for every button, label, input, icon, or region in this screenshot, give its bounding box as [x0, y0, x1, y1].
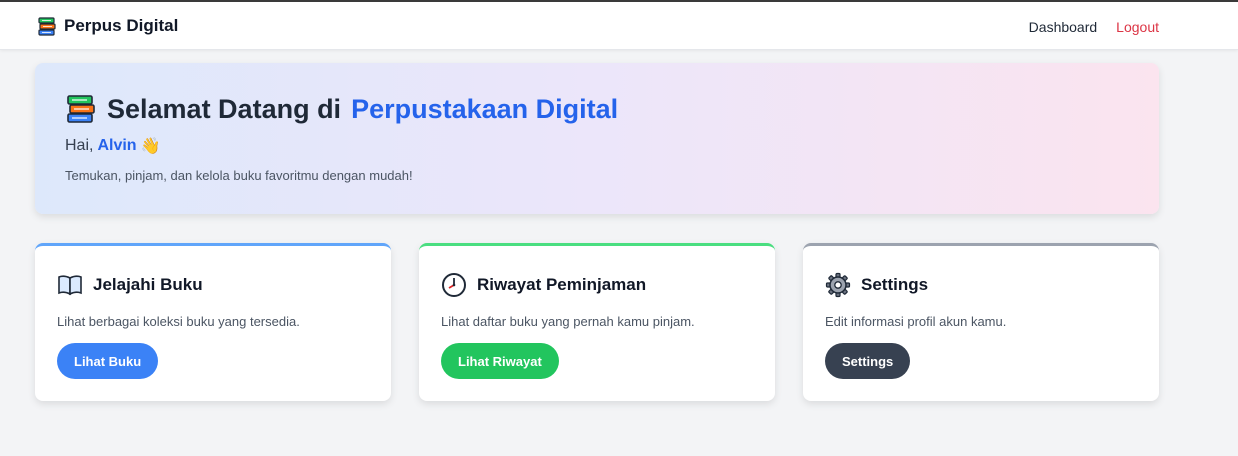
brand[interactable]: Perpus Digital: [37, 16, 178, 36]
books-icon: [38, 17, 56, 36]
nav-links: Dashboard Logout: [1029, 19, 1159, 35]
welcome-banner: Selamat Datang di Perpustakaan Digital H…: [35, 63, 1159, 214]
nav-dashboard-link[interactable]: Dashboard: [1029, 19, 1098, 35]
card-borrow-history: Riwayat Peminjaman Lihat daftar buku yan…: [419, 243, 775, 401]
card-title: Riwayat Peminjaman: [477, 275, 647, 294]
card-settings: Settings Edit informasi profil akun kamu…: [803, 243, 1159, 401]
card-title: Jelajahi Buku: [93, 275, 203, 294]
greeting: Hai, Alvin 👋: [65, 136, 161, 156]
card-description: Edit informasi profil akun kamu.: [825, 314, 1007, 329]
brand-name: Perpus Digital: [64, 16, 179, 35]
card-title: Settings: [861, 275, 929, 294]
open-book-icon: [58, 275, 82, 296]
clock-icon: [442, 273, 466, 297]
welcome-description: Temukan, pinjam, dan kelola buku favorit…: [65, 168, 413, 183]
card-description: Lihat berbagai koleksi buku yang tersedi…: [57, 314, 300, 329]
card-header: Jelajahi Buku: [57, 272, 203, 298]
settings-button[interactable]: Settings: [825, 343, 911, 379]
view-history-button[interactable]: Lihat Riwayat: [441, 343, 559, 379]
card-browse-books: Jelajahi Buku Lihat berbagai koleksi buk…: [35, 243, 391, 401]
user-name: Alvin: [97, 137, 137, 154]
card-header: Settings: [825, 272, 928, 298]
wave-icon: 👋: [140, 138, 161, 155]
card-header: Riwayat Peminjaman: [441, 272, 646, 298]
welcome-title-prefix: Selamat Datang di: [107, 93, 342, 124]
gear-icon: [825, 272, 851, 298]
greeting-prefix: Hai,: [65, 137, 94, 154]
welcome-title: Selamat Datang di Perpustakaan Digital: [65, 93, 618, 125]
card-description: Lihat daftar buku yang pernah kamu pinja…: [441, 314, 695, 329]
nav-logout-link[interactable]: Logout: [1116, 19, 1159, 35]
books-icon: [67, 95, 95, 123]
welcome-title-accent: Perpustakaan Digital: [351, 93, 619, 124]
browse-books-button[interactable]: Lihat Buku: [57, 343, 159, 379]
top-navbar: Perpus Digital Dashboard Logout: [0, 0, 1238, 50]
